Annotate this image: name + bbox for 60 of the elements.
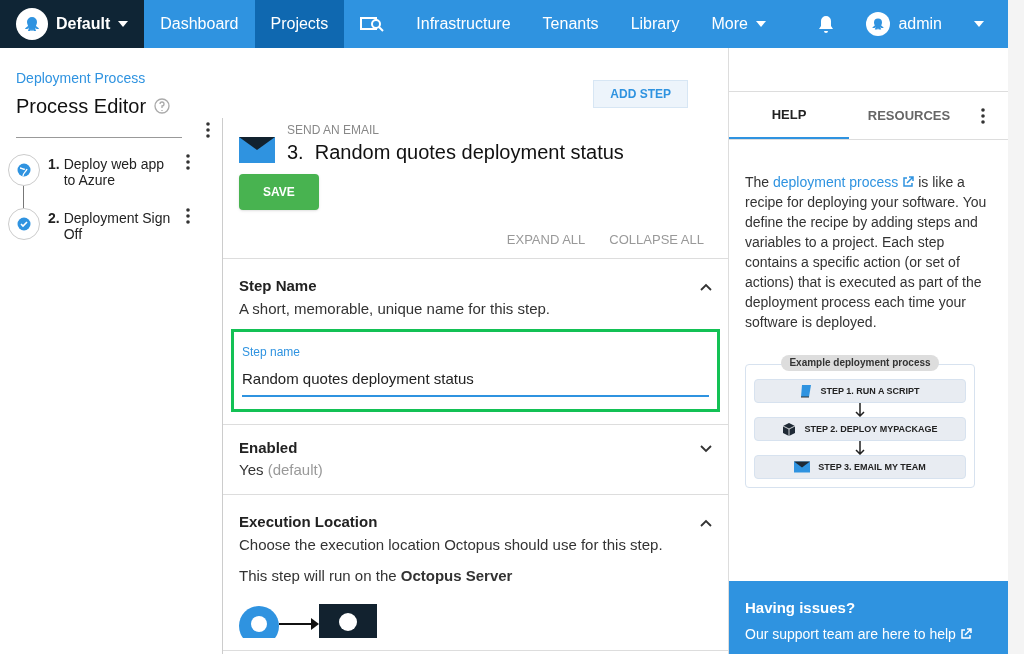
diagram-title: Example deployment process <box>781 355 939 371</box>
step-type: SEND AN EMAIL <box>287 122 381 138</box>
more-options-icon[interactable] <box>981 107 985 124</box>
section-summary: Yes (default) <box>239 460 324 480</box>
envelope-icon <box>794 461 811 473</box>
more-options-icon[interactable] <box>186 154 190 170</box>
dropdown-caret-icon <box>974 21 984 27</box>
user-menu[interactable]: admin <box>866 0 1008 48</box>
nav-tab[interactable]: Library <box>614 0 696 48</box>
collapse-all-button[interactable]: COLLAPSE ALL <box>609 230 704 250</box>
step-list-item[interactable]: 2. Deployment Sign Off <box>8 208 210 242</box>
more-options-icon[interactable] <box>206 122 210 138</box>
diagram-step: STEP 2. DEPLOY MYPACKAGE <box>754 417 966 441</box>
nav-tab[interactable]: More <box>695 0 782 48</box>
more-options-icon[interactable] <box>186 208 190 224</box>
section-title: Execution Location <box>239 511 379 532</box>
field-value: Random quotes deployment status <box>242 360 709 397</box>
breadcrumb-link[interactable]: Deployment Process <box>16 68 171 88</box>
check-icon <box>17 217 31 231</box>
down-arrow-icon <box>855 441 865 455</box>
field-label: Step name <box>242 344 302 360</box>
nav-tab[interactable]: Projects <box>254 0 345 48</box>
help-link[interactable]: deployment process <box>773 174 915 190</box>
nav-tab[interactable]: Infrastructure <box>400 0 527 48</box>
expand-all-button[interactable]: EXPAND ALL <box>506 230 586 250</box>
chevron-down-icon[interactable] <box>700 444 712 453</box>
save-button[interactable]: SAVE <box>239 174 319 210</box>
section-title: Step Name <box>239 275 318 296</box>
space-switcher[interactable]: Default <box>0 0 145 48</box>
dropdown-caret-icon <box>756 21 766 27</box>
location-detail: This step will run on the Octopus Server <box>239 566 514 586</box>
notifications-icon[interactable] <box>818 15 835 33</box>
external-link-icon <box>959 627 972 640</box>
section-description: A short, memorable, unique name for this step. <box>239 299 551 319</box>
support-link[interactable]: Our support team are here to help <box>745 623 992 644</box>
box-icon <box>782 422 797 436</box>
help-description: The deployment process is like a recipe for deploying your software. You define the recipe by adding steps and variables to a project. Each step contains a specific action (or set of actions) that is executed as part of the deployment process each time your software is deployed. <box>745 173 988 332</box>
dropdown-caret-icon <box>118 21 129 27</box>
page-title: Process Editor <box>16 94 147 119</box>
scrollbar-track[interactable] <box>1008 0 1024 654</box>
help-tab[interactable]: HELP <box>729 92 849 139</box>
diagram-step: STEP 3. EMAIL MY TEAM <box>754 455 966 479</box>
banner-title: Having issues? <box>745 598 857 618</box>
section-description: Choose the execution location Octopus should use for this step. <box>239 535 664 555</box>
help-tab[interactable]: RESOURCES <box>849 92 969 139</box>
octopus-icon <box>22 14 42 34</box>
nav-tab[interactable]: Tenants <box>526 0 615 48</box>
external-link-icon <box>902 176 915 188</box>
chevron-up-icon[interactable] <box>700 282 712 291</box>
step-name-field[interactable]: Step name Random quotes deployment status <box>231 329 720 412</box>
section-title: Enabled <box>239 437 299 458</box>
envelope-icon <box>239 137 275 163</box>
chevron-up-icon[interactable] <box>700 518 712 527</box>
step-list-item[interactable]: 1. Deploy web app to Azure <box>8 154 210 188</box>
step-title: 3. Random quotes deployment status <box>287 140 624 165</box>
add-step-button[interactable]: ADD STEP <box>593 80 688 108</box>
diagram-step: STEP 1. RUN A SCRIPT <box>754 379 966 403</box>
nav-tab[interactable]: Dashboard <box>144 0 255 48</box>
down-arrow-icon <box>855 403 865 417</box>
scroll-icon <box>800 384 813 398</box>
